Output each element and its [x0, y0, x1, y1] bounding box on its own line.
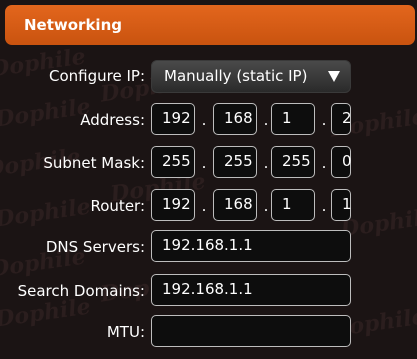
configure-ip-selected-value: Manually (static IP): [164, 67, 308, 85]
subnet-mask-label: Subnet Mask:: [43, 154, 145, 172]
subnet-mask-octet-4[interactable]: 0: [331, 146, 352, 178]
configure-ip-label: Configure IP:: [49, 67, 145, 85]
octet-separator: .: [201, 197, 207, 215]
subnet-mask-octet-3[interactable]: 255: [271, 146, 315, 178]
subnet-mask-octet-2[interactable]: 255: [213, 146, 257, 178]
subnet-mask-octet-1[interactable]: 255: [151, 146, 195, 178]
octet-separator: .: [321, 111, 327, 129]
address-octet-4[interactable]: 2: [331, 103, 352, 135]
address-label: Address:: [80, 111, 145, 129]
configure-ip-select[interactable]: Manually (static IP): [151, 60, 351, 93]
dropdown-arrow-icon: [328, 71, 340, 82]
dns-servers-field[interactable]: 192.168.1.1: [151, 230, 351, 262]
mtu-field[interactable]: [151, 315, 351, 347]
octet-separator: .: [321, 197, 327, 215]
search-domains-label: Search Domains:: [17, 282, 145, 300]
address-octet-3[interactable]: 1: [271, 103, 315, 135]
panel-title: Networking: [24, 16, 122, 34]
router-label: Router:: [90, 197, 146, 215]
octet-separator: .: [201, 111, 207, 129]
watermark-text: Dophile: [0, 93, 93, 133]
search-domains-field[interactable]: 192.168.1.1: [151, 274, 351, 306]
router-octet-2[interactable]: 168: [213, 189, 257, 221]
octet-separator: .: [321, 154, 327, 172]
router-octet-4[interactable]: 1: [331, 189, 352, 221]
dns-servers-label: DNS Servers:: [45, 238, 145, 256]
mtu-label: MTU:: [106, 323, 145, 341]
watermark-text: Dophile: [0, 193, 93, 233]
networking-header: Networking: [5, 5, 415, 45]
octet-separator: .: [201, 154, 207, 172]
address-octet-1[interactable]: 192: [151, 103, 195, 135]
address-octet-2[interactable]: 168: [213, 103, 257, 135]
router-octet-3[interactable]: 1: [271, 189, 315, 221]
router-octet-1[interactable]: 192: [151, 189, 195, 221]
